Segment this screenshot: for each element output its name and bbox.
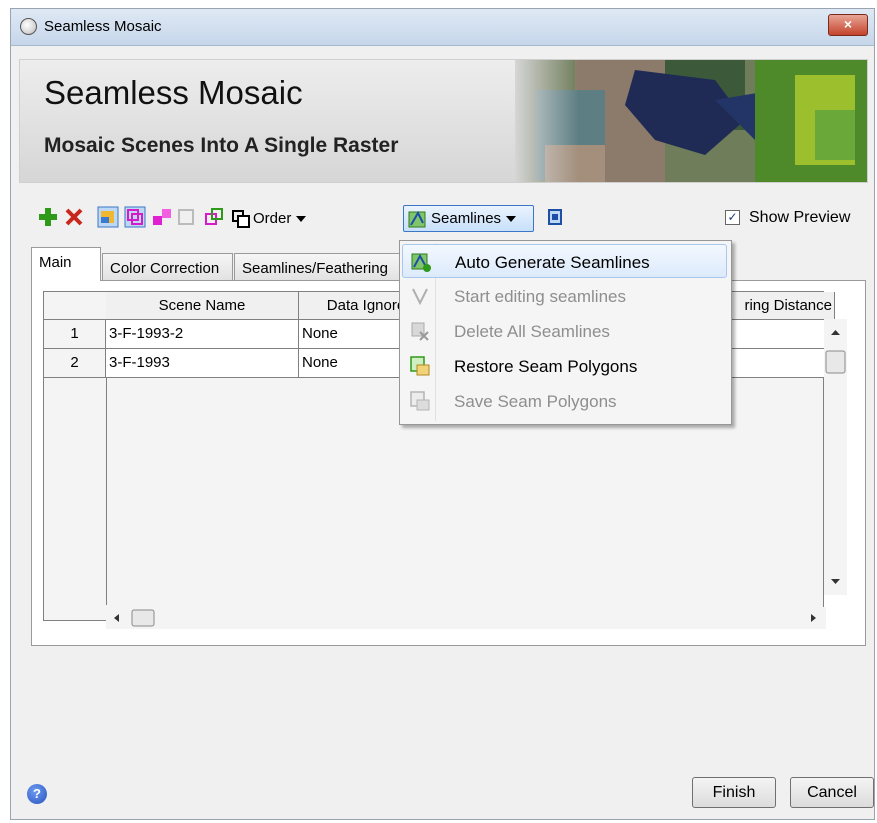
- chevron-down-icon: [296, 215, 307, 222]
- menu-item-save-seam-polygons: Save Seam Polygons: [402, 384, 727, 418]
- menu-item-label: Delete All Seamlines: [454, 322, 610, 341]
- footprint-order-icon[interactable]: [203, 206, 225, 228]
- horizontal-scrollbar-graphic: [114, 609, 816, 627]
- seamlines-label: Seamlines: [431, 210, 502, 227]
- menu-item-auto-generate-seamlines[interactable]: Auto Generate Seamlines: [402, 244, 727, 278]
- preview-options-icon[interactable]: [545, 206, 567, 228]
- tab-color-correction[interactable]: Color Correction: [102, 253, 233, 280]
- tab-main[interactable]: Main: [31, 247, 101, 281]
- menu-item-label: Start editing seamlines: [454, 287, 626, 306]
- row-number[interactable]: 2: [44, 349, 106, 378]
- save-polygons-icon: [410, 391, 430, 411]
- feathering-distance-cell[interactable]: [728, 349, 835, 378]
- chevron-down-icon: [506, 215, 517, 222]
- order-label: Order: [253, 210, 292, 227]
- show-preview-label: Show Preview: [749, 209, 851, 226]
- cancel-button[interactable]: Cancel: [790, 777, 874, 808]
- show-preview-checkbox[interactable]: ✓: [725, 210, 740, 225]
- menu-item-delete-all-seamlines: Delete All Seamlines: [402, 314, 727, 348]
- finish-button[interactable]: Finish: [692, 777, 776, 808]
- add-icon[interactable]: [37, 206, 59, 228]
- vertical-scrollbar[interactable]: [824, 319, 847, 595]
- column-header-feathering-distance[interactable]: ring Distance: [728, 292, 835, 320]
- overlap-footprint-icon[interactable]: [124, 206, 146, 228]
- menu-item-start-editing-seamlines: Start editing seamlines: [402, 279, 727, 313]
- app-icon: [20, 18, 37, 35]
- banner-subtitle: Mosaic Scenes Into A Single Raster: [44, 134, 399, 157]
- bring-forward-icon[interactable]: [151, 206, 173, 228]
- horizontal-scrollbar[interactable]: [106, 607, 826, 629]
- help-icon[interactable]: ?: [27, 784, 47, 804]
- window-title: Seamless Mosaic: [44, 18, 162, 35]
- title-bar: Seamless Mosaic ×: [11, 9, 874, 46]
- scene-name-cell[interactable]: 3-F-1993: [106, 349, 299, 378]
- tab-seamlines-feathering[interactable]: Seamlines/Feathering: [234, 253, 406, 280]
- row-number[interactable]: 1: [44, 320, 106, 349]
- menu-item-label: Auto Generate Seamlines: [455, 253, 650, 272]
- order-icon: [232, 209, 250, 228]
- feathering-distance-cell[interactable]: [728, 320, 835, 349]
- scene-name-cell[interactable]: 3-F-1993-2: [106, 320, 299, 349]
- menu-item-label: Save Seam Polygons: [454, 392, 617, 411]
- reference-scene-icon[interactable]: [97, 206, 119, 228]
- send-backward-icon: [178, 209, 194, 225]
- delete-seamlines-icon: [411, 322, 429, 341]
- order-button[interactable]: Order: [231, 205, 311, 232]
- seamlines-button[interactable]: Seamlines: [403, 205, 534, 232]
- remove-icon[interactable]: [63, 206, 85, 228]
- corner-header: [44, 292, 107, 320]
- banner-title: Seamless Mosaic: [44, 74, 303, 111]
- header-banner: Seamless Mosaic Mosaic Scenes Into A Sin…: [19, 59, 868, 183]
- auto-generate-seamlines-icon: [411, 253, 431, 272]
- menu-item-restore-seam-polygons[interactable]: Restore Seam Polygons: [402, 349, 727, 383]
- column-header-scene-name[interactable]: Scene Name: [106, 292, 299, 320]
- seamlines-icon: [408, 210, 426, 227]
- vertical-scrollbar-graphic: [825, 330, 846, 584]
- satellite-image: [515, 60, 867, 182]
- edit-seamlines-icon: [412, 288, 428, 306]
- seamlines-dropdown-menu: Auto Generate Seamlines Start editing se…: [399, 240, 732, 425]
- menu-item-label: Restore Seam Polygons: [454, 357, 638, 376]
- restore-polygons-icon: [410, 356, 430, 376]
- close-button[interactable]: ×: [828, 14, 868, 36]
